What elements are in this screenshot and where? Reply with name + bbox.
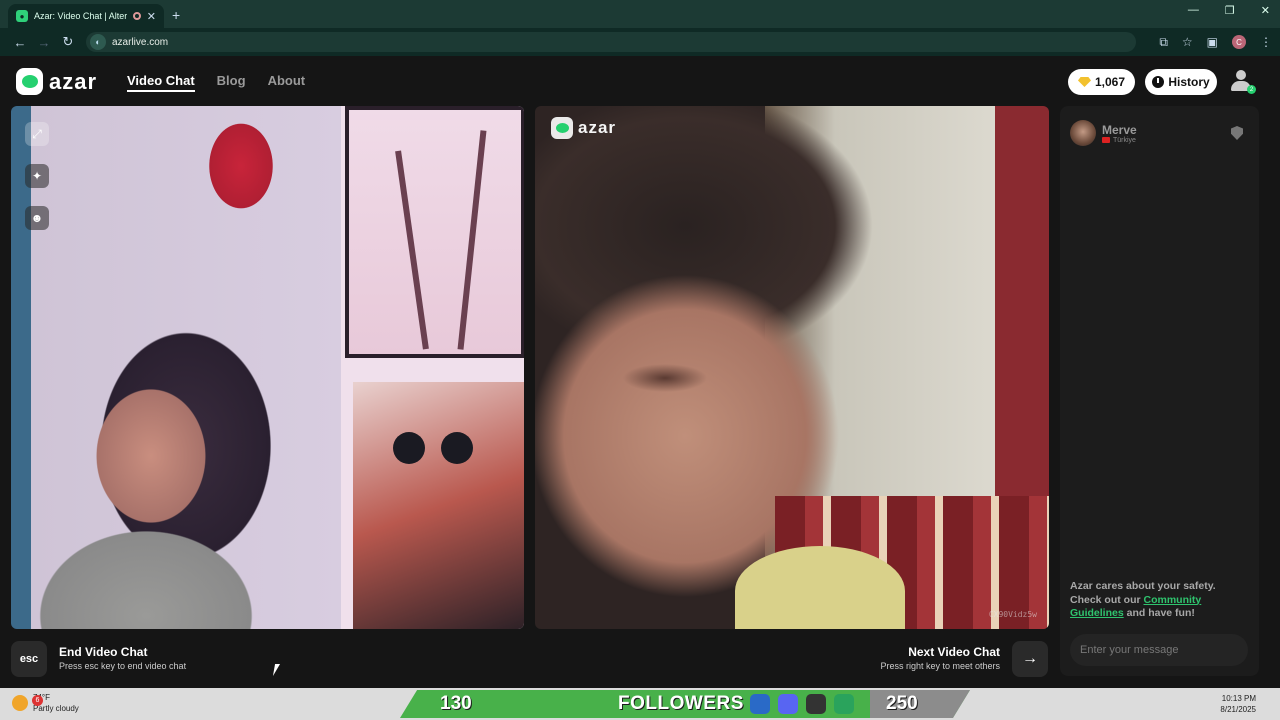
face-filter-icon[interactable]: ☻	[25, 206, 49, 230]
obs-icon[interactable]	[806, 694, 826, 714]
browser-actions: ⧉ ☆ ▣ C ⋮	[1159, 35, 1272, 50]
outlook-icon[interactable]	[750, 694, 770, 714]
video-watermark: CX90Vidz5w	[988, 610, 1037, 619]
azar-logo-icon	[16, 68, 43, 95]
end-chat-title: End Video Chat	[59, 645, 148, 659]
gems-balance-button[interactable]: 1,067	[1068, 69, 1135, 95]
gem-icon	[1077, 77, 1091, 87]
azar-logo-icon	[551, 117, 573, 139]
install-app-icon[interactable]: ⧉	[1159, 35, 1168, 50]
report-shield-icon[interactable]	[1231, 126, 1243, 140]
wall-poster-mouse	[353, 382, 524, 629]
gems-count: 1,067	[1094, 75, 1126, 89]
local-video: ⤢ ✦ ☻	[11, 106, 524, 629]
new-tab-button[interactable]: +	[172, 7, 180, 23]
remote-azar-logo: azar	[551, 117, 616, 139]
next-chat-button[interactable]: →	[1012, 641, 1048, 677]
address-bar[interactable]: ◐ azarlive.com	[86, 32, 1136, 52]
bookmark-star-icon[interactable]: ☆	[1182, 35, 1193, 49]
azar-favicon-icon: ●	[16, 10, 28, 22]
nav-about[interactable]: About	[268, 73, 306, 92]
recording-indicator-icon	[132, 12, 141, 20]
chrome-icon[interactable]	[834, 694, 854, 714]
effects-sparkle-icon[interactable]: ✦	[25, 164, 49, 188]
close-window-icon[interactable]: ✕	[1261, 4, 1270, 17]
local-video-tools: ⤢ ✦ ☻	[25, 122, 49, 230]
partly-cloudy-icon	[12, 695, 28, 711]
azar-logo[interactable]: azar	[16, 68, 97, 95]
nav-blog[interactable]: Blog	[217, 73, 246, 92]
tab-search-icon[interactable]: ▣	[1207, 35, 1218, 49]
user-icon	[1236, 70, 1246, 80]
history-button[interactable]: History	[1145, 69, 1217, 95]
next-chat-hint: Press right key to meet others	[880, 661, 1000, 671]
site-info-icon[interactable]: ◐	[90, 34, 106, 50]
followers-goal-bar: 130 FOLLOWERS 250	[400, 690, 970, 718]
peer-country: Türkiye	[1102, 137, 1137, 144]
window-controls: — ❐ ✕	[1188, 4, 1270, 17]
next-chat-title: Next Video Chat	[908, 645, 1000, 659]
close-tab-icon[interactable]: ✕	[147, 10, 156, 23]
followers-goal: 250	[886, 693, 918, 714]
forward-icon[interactable]: →	[32, 35, 56, 50]
remote-video: azar CX90Vidz5w	[535, 106, 1049, 629]
browser-tab-bar: ● Azar: Video Chat | Alternati ✕ + — ❐ ✕	[0, 0, 1280, 28]
browser-menu-icon[interactable]: ⋮	[1260, 35, 1272, 49]
mouse-cursor	[272, 664, 281, 676]
turkey-flag-icon	[1102, 137, 1110, 143]
weather-widget[interactable]: 6 74°F Partly cloudy	[12, 692, 79, 714]
app-header: azar Video Chat Blog About 1,067 History…	[0, 56, 1280, 106]
safety-text-end: and have fun!	[1123, 607, 1195, 619]
peer-info: Merve Türkiye	[1070, 120, 1137, 146]
remote-logo-wordmark: azar	[578, 118, 617, 137]
weather-badge: 6	[32, 695, 43, 706]
expand-icon[interactable]: ⤢	[25, 122, 49, 146]
clock-date: 8/21/2025	[1220, 705, 1256, 714]
peer-name: Merve	[1102, 122, 1137, 137]
chat-panel: Merve Türkiye Azar cares about your safe…	[1060, 106, 1259, 676]
wall-poster-palms	[345, 106, 524, 358]
followers-label: FOLLOWERS	[618, 693, 744, 714]
safety-notice: Azar cares about your safety. Check out …	[1070, 580, 1250, 621]
peer-avatar[interactable]	[1070, 120, 1096, 146]
followers-goal-segment: 250	[870, 690, 970, 718]
reload-icon[interactable]: ↻	[56, 34, 80, 50]
taskbar-apps	[750, 694, 854, 714]
tab-title: Azar: Video Chat | Alternati	[34, 11, 127, 21]
discord-icon[interactable]	[778, 694, 798, 714]
system-clock[interactable]: 10:13 PM 8/21/2025	[1220, 693, 1256, 715]
browser-tab[interactable]: ● Azar: Video Chat | Alternati ✕	[8, 4, 164, 28]
history-label: History	[1168, 75, 1210, 89]
peer-country-name: Türkiye	[1113, 136, 1136, 144]
arrow-right-icon: →	[1022, 650, 1038, 667]
avatar-badge: 2	[1247, 85, 1256, 94]
logo-wordmark: azar	[49, 68, 98, 94]
main-nav: Video Chat Blog About	[127, 73, 305, 92]
end-chat-button[interactable]: esc	[11, 641, 47, 677]
restore-icon[interactable]: ❐	[1225, 4, 1235, 17]
browser-profile-avatar[interactable]: C	[1232, 35, 1246, 49]
end-chat-hint: Press esc key to end video chat	[59, 661, 187, 671]
back-icon[interactable]: ←	[8, 35, 32, 50]
message-input[interactable]	[1070, 634, 1248, 666]
taskbar: 6 74°F Partly cloudy 130 FOLLOWERS 250 1…	[0, 688, 1280, 720]
nav-video-chat[interactable]: Video Chat	[127, 73, 195, 92]
minimize-icon[interactable]: —	[1188, 4, 1199, 17]
user-avatar[interactable]: 2	[1228, 68, 1256, 94]
followers-current: 130	[440, 693, 472, 714]
browser-toolbar: ← → ↻ ◐ azarlive.com ⧉ ☆ ▣ C ⋮	[0, 28, 1280, 56]
clock-icon	[1152, 76, 1165, 88]
clock-time: 10:13 PM	[1221, 694, 1256, 703]
url-text: azarlive.com	[112, 36, 169, 48]
remote-shirt	[735, 546, 905, 629]
